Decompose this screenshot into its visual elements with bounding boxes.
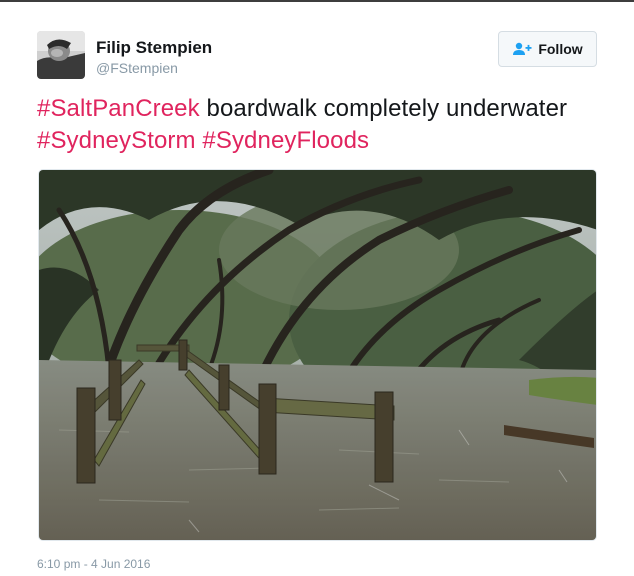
hashtag-sydneystorm[interactable]: #SydneyStorm [37,127,196,154]
hashtag-sydneyfloods[interactable]: #SydneyFloods [202,127,369,154]
tweet-text: #SaltPanCreek boardwalk completely under… [37,93,597,157]
avatar-photo [37,31,85,79]
author-display-name[interactable]: Filip Stempien [96,38,212,58]
author-handle[interactable]: @FStempien [96,60,178,76]
tweet-body-text: boardwalk completely underwater [199,95,568,122]
hashtag-saltpancreek[interactable]: #SaltPanCreek [37,95,200,122]
add-person-icon [512,42,532,56]
tweet-timestamp[interactable]: 6:10 pm - 4 Jun 2016 [37,557,150,571]
avatar[interactable] [37,31,85,79]
tweet-card: Filip Stempien @FStempien Follow #SaltPa… [0,0,634,576]
flooded-boardwalk-photo [39,170,596,540]
follow-button[interactable]: Follow [498,31,597,67]
follow-button-label: Follow [538,41,583,57]
tweet-photo[interactable] [38,169,597,541]
